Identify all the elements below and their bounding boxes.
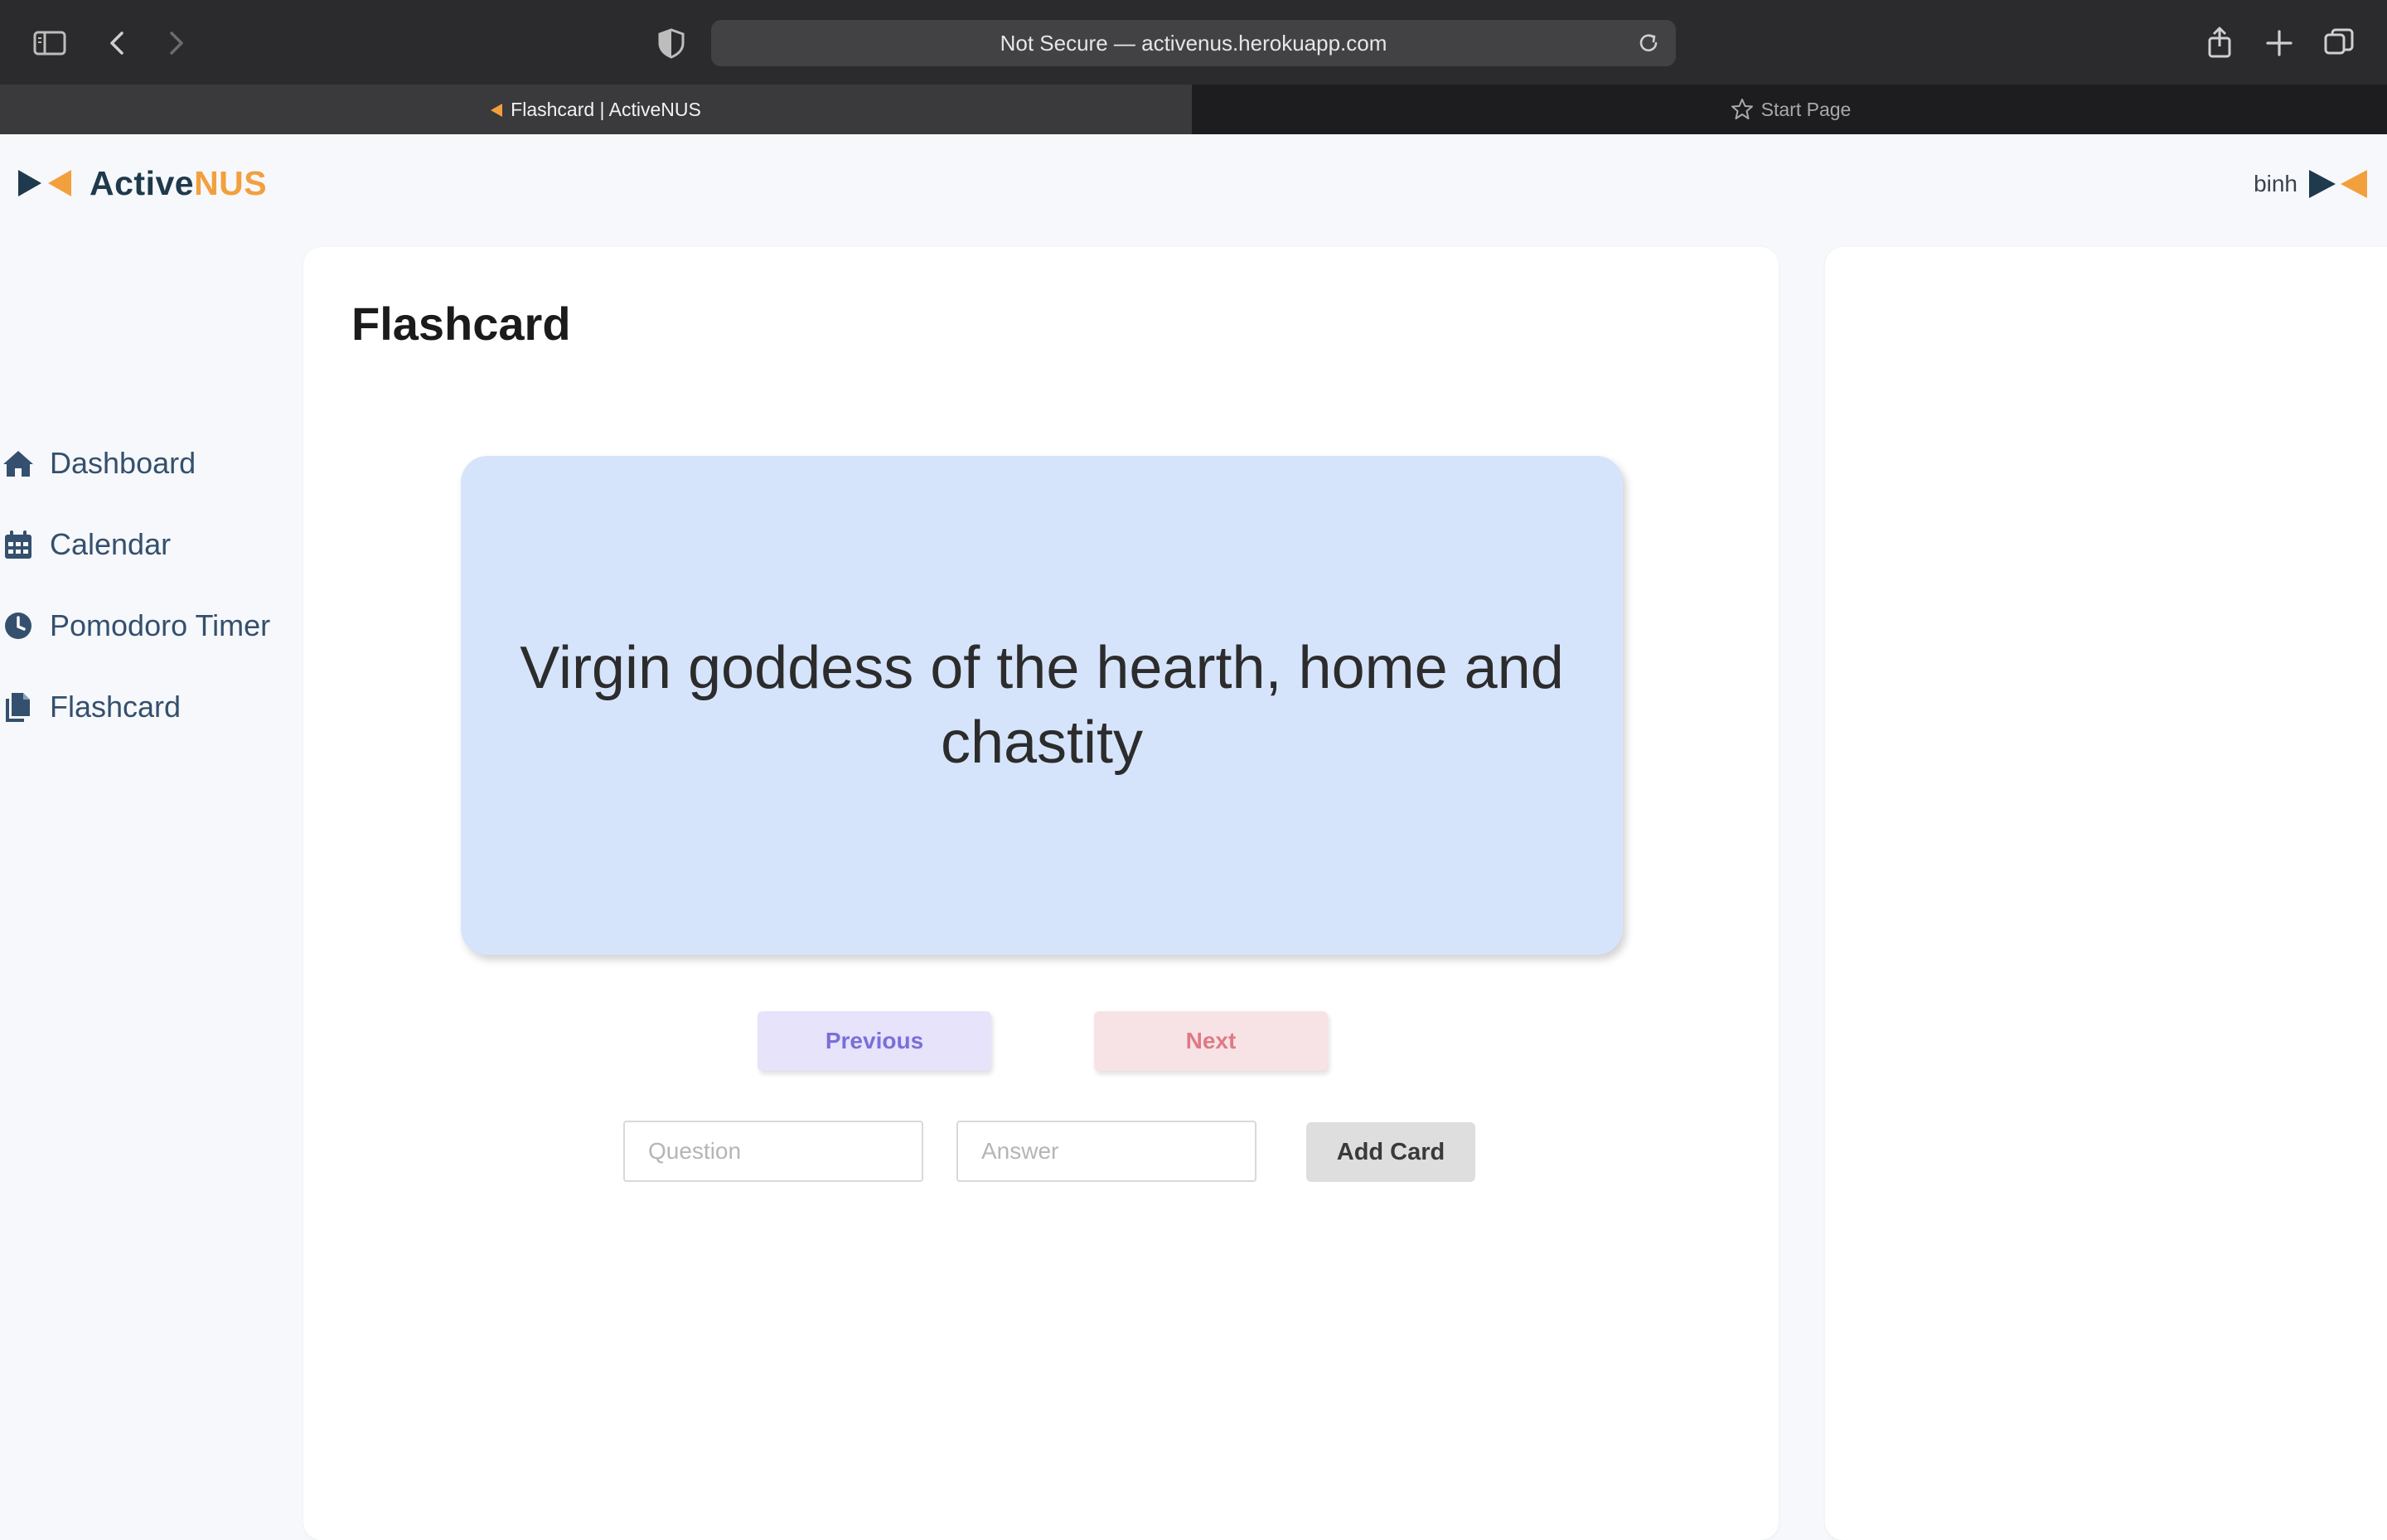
sidebar-item-pomodoro-timer[interactable]: Pomodoro Timer bbox=[0, 585, 298, 666]
sidebar-item-label: Flashcard bbox=[50, 690, 182, 724]
back-icon[interactable] bbox=[99, 25, 136, 61]
sidebar-item-calendar[interactable]: Calendar bbox=[0, 504, 298, 585]
favicon-icon bbox=[491, 104, 503, 117]
address-text: Not Secure — activenus.herokuapp.com bbox=[1000, 31, 1387, 56]
add-card-button[interactable]: Add Card bbox=[1306, 1122, 1475, 1182]
answer-input[interactable] bbox=[956, 1121, 1256, 1182]
calendar-icon bbox=[2, 528, 40, 561]
sidebar-item-flashcard[interactable]: Flashcard bbox=[0, 666, 298, 748]
sidebar-toggle-icon[interactable] bbox=[31, 25, 68, 61]
reload-icon[interactable] bbox=[1636, 31, 1661, 56]
address-bar[interactable]: Not Secure — activenus.herokuapp.com bbox=[711, 20, 1676, 66]
user-name: binh bbox=[2254, 171, 2297, 196]
right-panel bbox=[1825, 247, 2387, 1540]
share-icon[interactable] bbox=[2201, 25, 2238, 61]
tab-label: Start Page bbox=[1760, 99, 1852, 120]
previous-button[interactable]: Previous bbox=[758, 1011, 991, 1071]
star-icon bbox=[1731, 99, 1753, 119]
tab-label: Flashcard | ActiveNUS bbox=[511, 99, 701, 120]
tab-overview-icon[interactable] bbox=[2321, 25, 2357, 61]
flashcard-text: Virgin goddess of the hearth, home and c… bbox=[520, 635, 1564, 776]
brand-logo[interactable]: ActiveNUS bbox=[18, 164, 267, 202]
tab-start-page[interactable]: Start Page bbox=[1194, 85, 2387, 134]
brand-name: ActiveNUS bbox=[90, 163, 268, 202]
logo-icon bbox=[18, 170, 71, 196]
sidebar-item-label: Dashboard bbox=[50, 446, 196, 480]
clock-icon bbox=[2, 609, 40, 642]
page-title: Flashcard bbox=[351, 298, 571, 350]
forward-icon[interactable] bbox=[157, 25, 194, 61]
sidebar-nav: Dashboard Calendar Pomodoro Timer Flashc… bbox=[0, 423, 298, 748]
user-menu[interactable]: binh bbox=[2254, 166, 2367, 202]
tab-bar: Flashcard | ActiveNUS Start Page bbox=[0, 85, 2387, 134]
sidebar-item-dashboard[interactable]: Dashboard bbox=[0, 423, 298, 504]
sidebar-item-label: Pomodoro Timer bbox=[50, 608, 271, 642]
home-icon bbox=[2, 447, 40, 480]
next-button[interactable]: Next bbox=[1094, 1011, 1328, 1071]
shield-icon[interactable] bbox=[653, 25, 690, 61]
question-input[interactable] bbox=[623, 1121, 923, 1182]
new-tab-icon[interactable] bbox=[2261, 25, 2297, 61]
sidebar-item-label: Calendar bbox=[50, 527, 172, 561]
browser-toolbar: Not Secure — activenus.herokuapp.com bbox=[0, 0, 2387, 85]
copy-icon bbox=[2, 690, 40, 724]
user-avatar-logo-icon bbox=[2309, 170, 2367, 198]
flashcard[interactable]: Virgin goddess of the hearth, home and c… bbox=[461, 456, 1623, 955]
tab-flashcard[interactable]: Flashcard | ActiveNUS bbox=[0, 85, 1192, 134]
